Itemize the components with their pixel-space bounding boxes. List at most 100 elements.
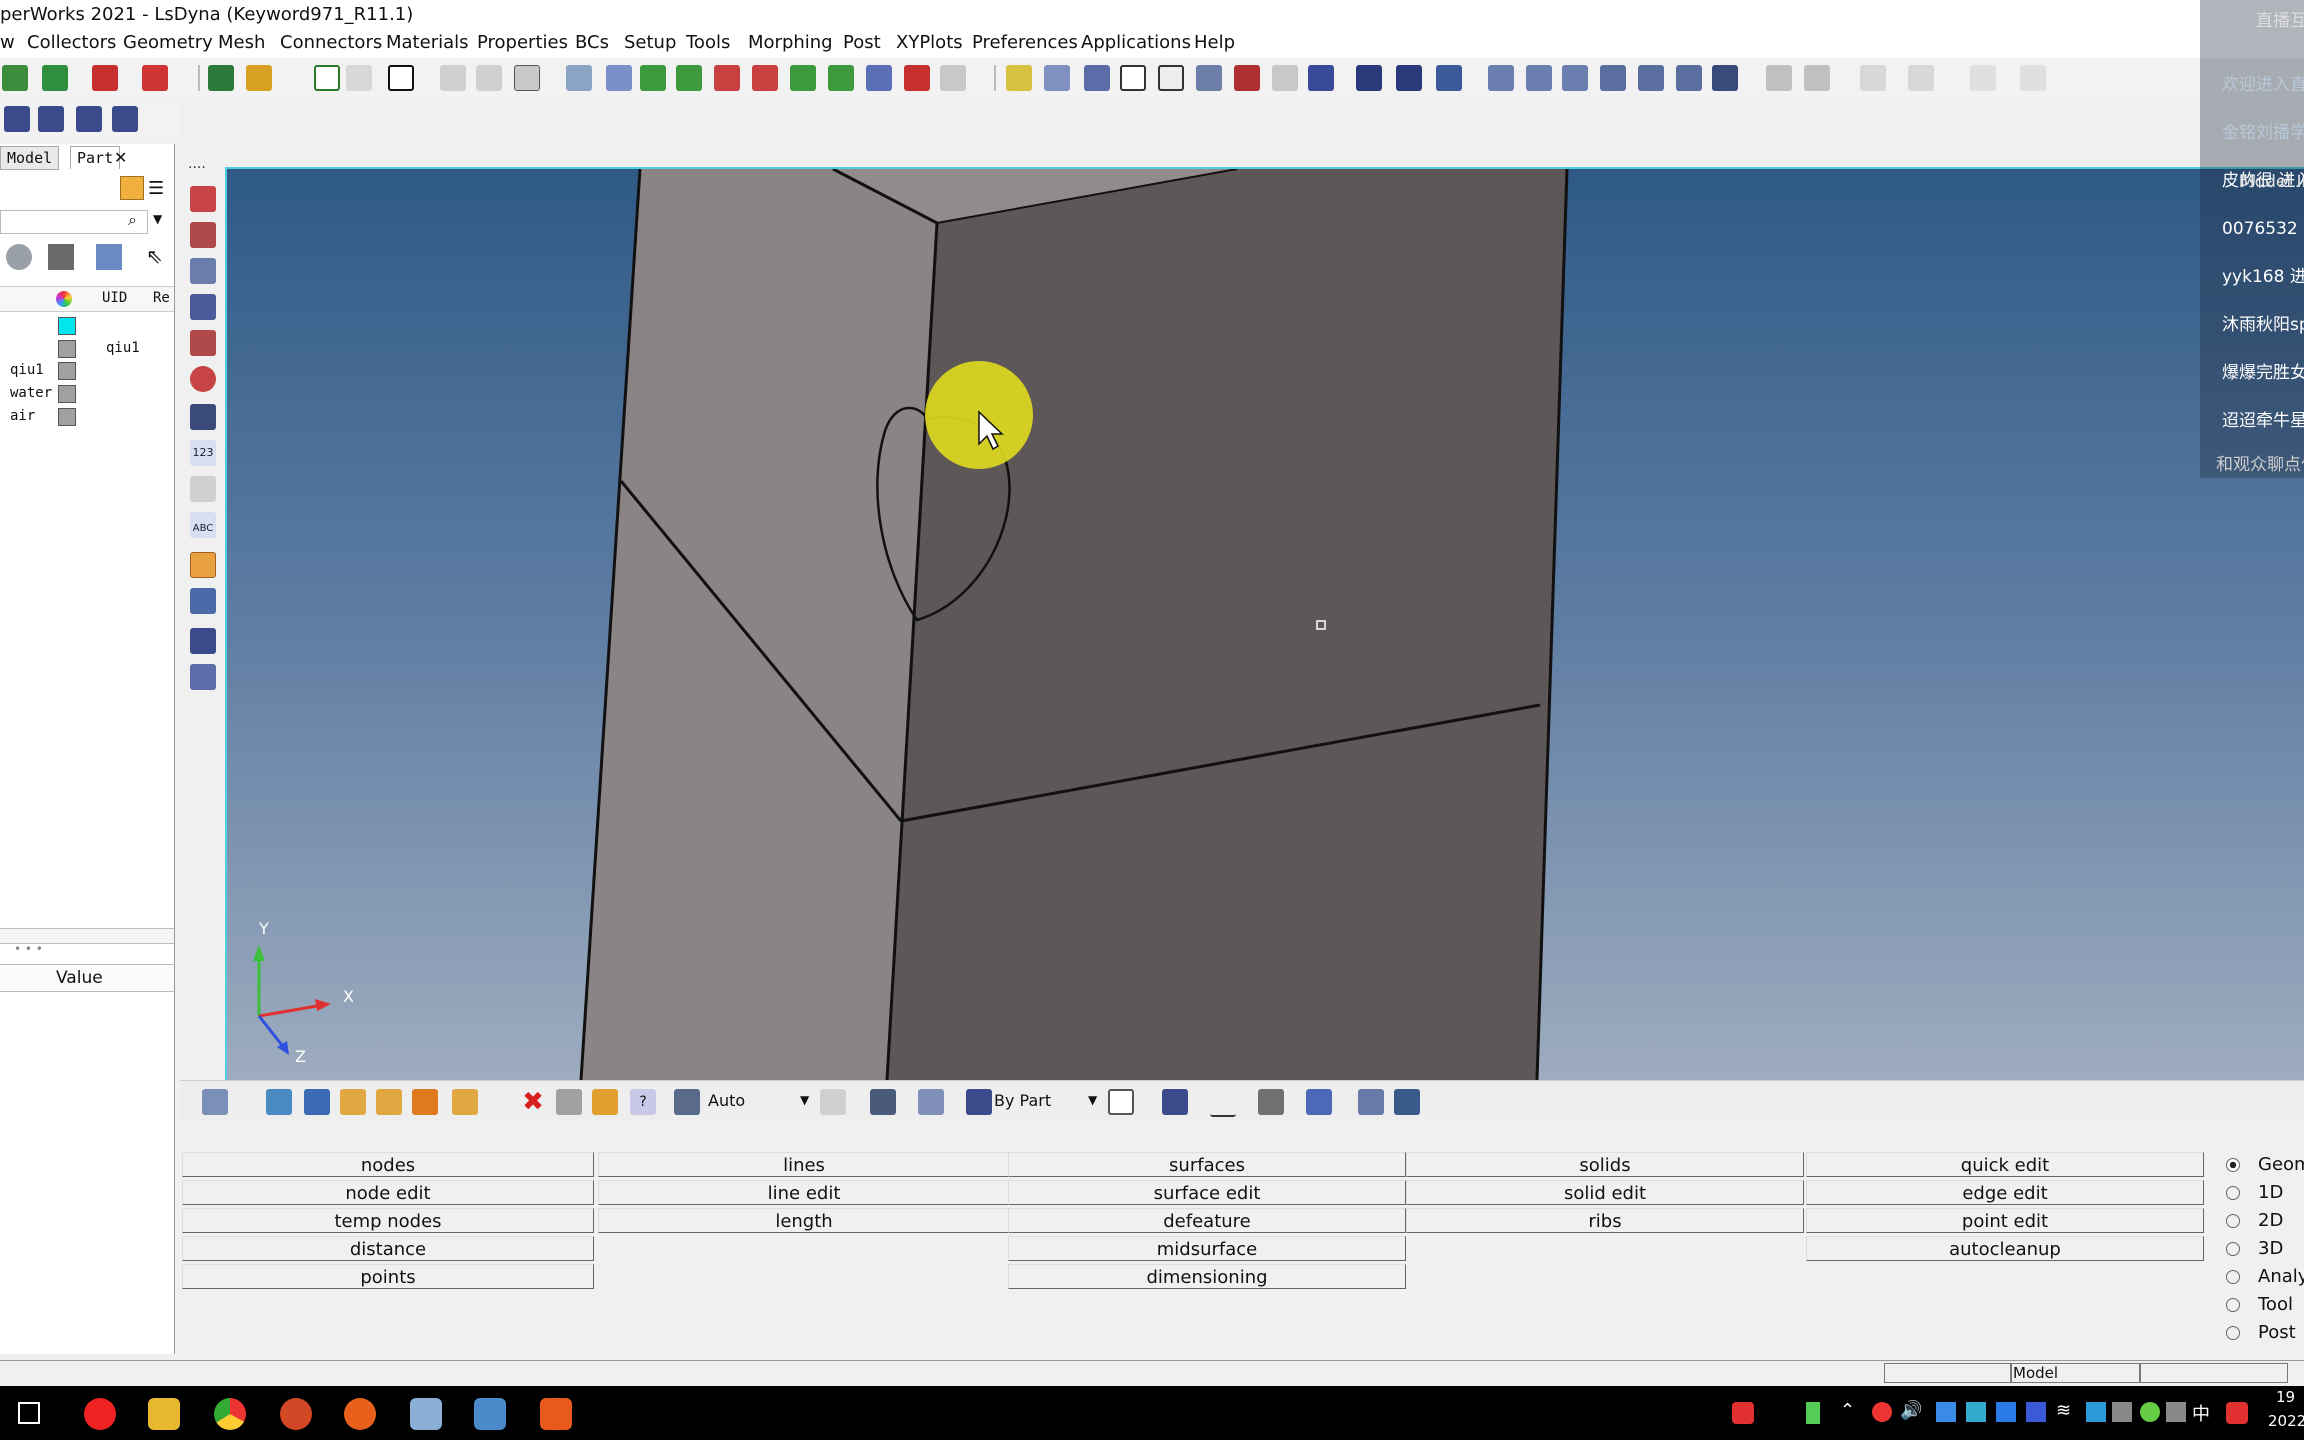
powerpoint-icon[interactable] (280, 1398, 312, 1430)
wireframe-mode-icon[interactable] (1108, 1089, 1134, 1115)
paste-special-icon[interactable] (1908, 65, 1934, 91)
section-icon[interactable] (1308, 65, 1334, 91)
overlay-input[interactable]: 和观众聊点什么 (2216, 450, 2304, 475)
list-item-name[interactable]: air (10, 408, 35, 424)
nodes-button[interactable]: nodes (182, 1152, 594, 1177)
tab-model[interactable]: Model (0, 146, 60, 170)
abc-label-icon[interactable]: ABC (190, 512, 216, 538)
battery-icon[interactable] (1806, 1402, 1820, 1424)
language-indicator[interactable]: 中 (2192, 1400, 2210, 1426)
back-arrow-icon[interactable] (606, 65, 632, 91)
tab-part[interactable]: Part (70, 146, 121, 169)
zoom-icon[interactable] (566, 65, 592, 91)
radio-2d[interactable]: 2D (2226, 1210, 2283, 1231)
point-edit-button[interactable]: point edit (1806, 1208, 2204, 1233)
contour-icon[interactable] (1234, 65, 1260, 91)
copy-icon[interactable] (1804, 65, 1830, 91)
radio-geom[interactable]: Geom (2226, 1154, 2304, 1175)
netease-music-icon[interactable] (84, 1398, 116, 1430)
mask-icon[interactable] (556, 1089, 582, 1115)
tray-app-icon[interactable] (1732, 1402, 1754, 1424)
unmask-icon[interactable] (592, 1089, 618, 1115)
dimensioning-button[interactable]: dimensioning (1008, 1264, 1406, 1289)
tray-record-icon[interactable] (1872, 1402, 1892, 1422)
lasso-icon[interactable] (820, 1089, 846, 1115)
tray-app-icon[interactable] (2026, 1402, 2046, 1422)
surfaces-button[interactable]: surfaces (1008, 1152, 1406, 1177)
add-panel-icon[interactable] (314, 65, 340, 91)
sum-icon[interactable] (1356, 65, 1382, 91)
measure-icon[interactable] (1044, 65, 1070, 91)
entity-browser-icon[interactable] (38, 106, 64, 132)
part-color-swatch[interactable] (58, 340, 76, 358)
surface-mode-icon[interactable] (1258, 1089, 1284, 1115)
measure-angle-icon[interactable] (190, 476, 216, 502)
list-view-icon[interactable]: ☰ (148, 178, 164, 199)
temp-nodes-button[interactable]: temp nodes (182, 1208, 594, 1233)
view-custom-icon[interactable] (904, 65, 930, 91)
defeature-button[interactable]: defeature (1008, 1208, 1406, 1233)
wifi-icon[interactable]: ≋ (2056, 1400, 2071, 1421)
export-ppt-icon[interactable] (142, 65, 168, 91)
solid-edit-button[interactable]: solid edit (1406, 1180, 1804, 1205)
abc-active-icon[interactable] (190, 552, 216, 578)
cut-icon[interactable] (1766, 65, 1792, 91)
lines-button[interactable]: lines (598, 1152, 1010, 1177)
part-color-swatch[interactable] (58, 362, 76, 380)
user-icon[interactable] (208, 65, 234, 91)
menu-mesh[interactable]: Mesh (218, 32, 265, 53)
overlay-header[interactable]: 直播互动 (2256, 6, 2304, 31)
create-icon[interactable] (190, 186, 216, 212)
window-layout-icon[interactable] (388, 65, 414, 91)
menu-connectors[interactable]: Connectors (280, 32, 382, 53)
display-reverse-icon[interactable] (340, 1089, 366, 1115)
layout-b-icon[interactable] (476, 65, 502, 91)
select-mode-icon[interactable] (674, 1089, 700, 1115)
cube-icon[interactable] (918, 1089, 944, 1115)
view-top-icon[interactable] (640, 65, 666, 91)
keyboard-icon[interactable] (2112, 1402, 2132, 1422)
app-icon[interactable] (540, 1398, 572, 1430)
open-model-icon[interactable] (2, 65, 28, 91)
isolate-icon[interactable] (412, 1089, 438, 1115)
mesh-icon[interactable] (190, 258, 216, 284)
search-input[interactable] (0, 210, 148, 234)
display-none-icon[interactable] (304, 1089, 330, 1115)
part-color-swatch[interactable] (58, 408, 76, 426)
edit-icon[interactable] (190, 222, 216, 248)
length-button[interactable]: length (598, 1208, 1010, 1233)
chevron-down-icon[interactable]: ▼ (800, 1093, 809, 1107)
menu-collectors[interactable]: Collectors (27, 32, 116, 53)
shaded-mode-icon[interactable] (1162, 1089, 1188, 1115)
clock-time[interactable]: 19 (2276, 1388, 2295, 1406)
points-button[interactable]: points (182, 1264, 594, 1289)
more-tools-icon[interactable]: ···· (188, 160, 206, 176)
tools-icon[interactable] (190, 404, 216, 430)
menu-morphing[interactable]: Morphing (748, 32, 833, 53)
menu-geometry[interactable]: Geometry (123, 32, 213, 53)
shaded-edges-icon[interactable] (1158, 65, 1184, 91)
transparency-icon[interactable] (1272, 65, 1298, 91)
ribs-button[interactable]: ribs (1406, 1208, 1804, 1233)
surface-icon[interactable] (190, 294, 216, 320)
mass-icon[interactable] (1084, 65, 1110, 91)
filter-icon[interactable] (6, 244, 32, 270)
pan-icon[interactable] (1600, 65, 1626, 91)
quick-edit-button[interactable]: quick edit (1806, 1152, 2204, 1177)
menu-tools[interactable]: Tools (686, 32, 730, 53)
view-bottom-icon[interactable] (676, 65, 702, 91)
screenshot-icon[interactable] (514, 65, 540, 91)
color-by-icon[interactable] (966, 1089, 992, 1115)
solids-button[interactable]: solids (1406, 1152, 1804, 1177)
task-view-icon[interactable] (18, 1402, 40, 1424)
graphics-viewport[interactable]: Y X Z (225, 167, 2304, 1080)
tray-app-icon[interactable] (1936, 1402, 1956, 1422)
model-browser-icon[interactable] (4, 106, 30, 132)
menu-setup[interactable]: Setup (624, 32, 676, 53)
view-back-icon[interactable] (828, 65, 854, 91)
line-mode-icon[interactable] (1210, 1089, 1236, 1117)
menu-bcs[interactable]: BCs (575, 32, 609, 53)
calculator-icon[interactable] (1436, 65, 1462, 91)
shaded-icon[interactable] (1196, 65, 1222, 91)
color-icon[interactable] (96, 244, 122, 270)
